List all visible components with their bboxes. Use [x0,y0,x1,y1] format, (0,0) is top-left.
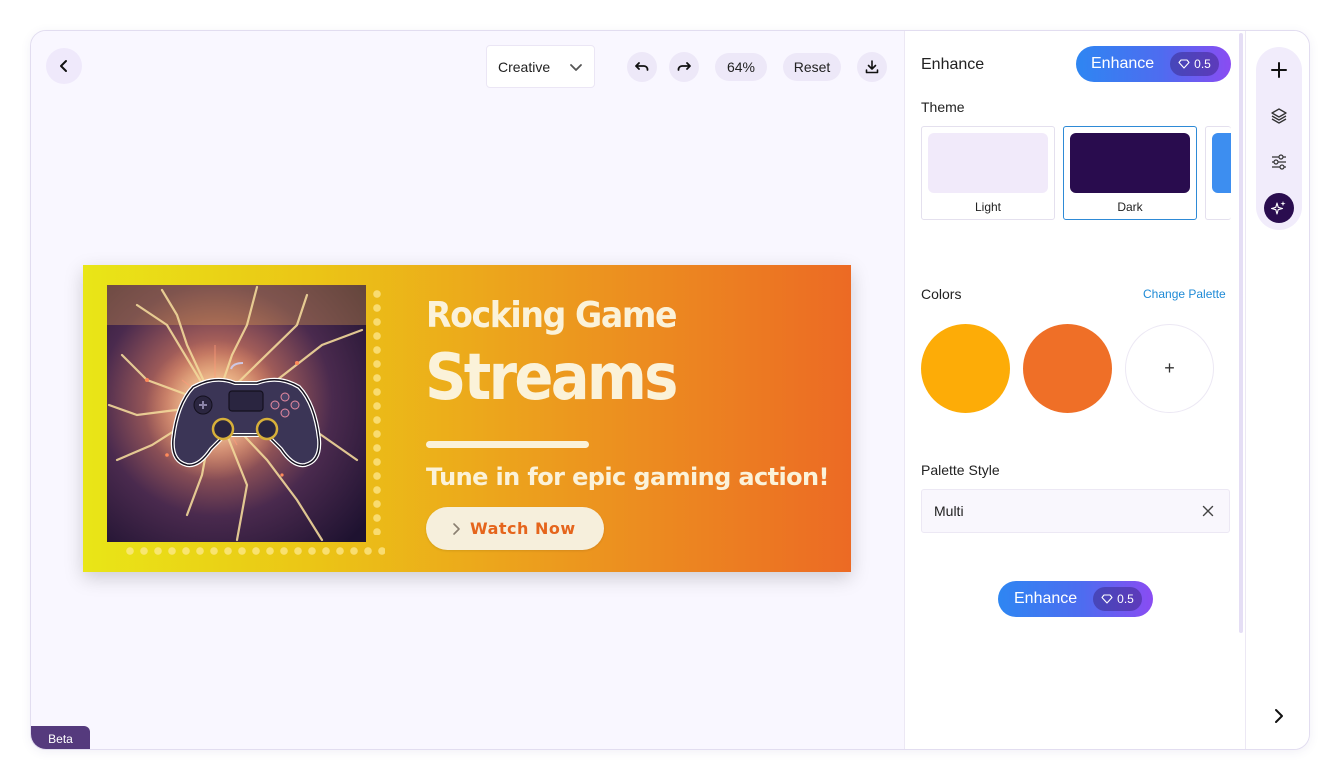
layers-icon [1271,108,1287,124]
enhance-button-bottom[interactable]: Enhance 0.5 [998,581,1153,617]
plus-icon: + [1164,358,1175,378]
banner-title-line1[interactable]: Rocking Game [426,295,677,336]
enhance-cost-badge: 0.5 [1170,52,1219,76]
collapse-panel-button[interactable] [1264,701,1294,731]
tool-rail [1245,31,1309,749]
theme-swatch-blue [1212,133,1231,193]
enhance-button-bottom-label: Enhance [1014,590,1078,607]
banner-dot-pattern-horizontal [123,544,385,558]
theme-name-light: Light [974,200,1002,214]
panel-title: Enhance [921,56,985,73]
palette-style-select[interactable]: Multi [921,489,1230,533]
palette-color-2[interactable] [1023,324,1112,413]
banner-dot-pattern-vertical [370,287,384,535]
undo-button[interactable] [627,52,657,82]
gamepad-illustration[interactable] [107,285,366,542]
canvas-area: Creative 64% Reset Rocking Game Streams … [31,31,904,749]
enhance-button-label: Enhance [1091,55,1155,72]
banner-divider [426,441,589,448]
close-icon[interactable] [1201,504,1215,518]
theme-section-label: Theme [921,99,965,115]
banner-cta-label: Watch Now [470,519,576,538]
plus-icon [1271,62,1287,78]
enhance-tool-button[interactable] [1264,193,1294,223]
theme-swatch-dark [1070,133,1190,193]
enhance-button-top[interactable]: Enhance 0.5 [1076,46,1231,82]
add-element-button[interactable] [1264,55,1294,85]
theme-name-dark: Dark [1117,200,1143,214]
theme-option-light[interactable]: Light [921,126,1055,220]
enhance-bottom-cost-badge: 0.5 [1093,587,1142,611]
enhance-panel: Enhance Enhance 0.5 Theme Light Dark Col… [904,31,1245,749]
chevron-right-icon [1275,709,1283,723]
diamond-icon [1178,59,1190,69]
zoom-level[interactable]: 64% [715,53,767,81]
back-icon [60,60,67,72]
enhance-cost-value: 0.5 [1194,57,1211,71]
mode-select-value: Creative [498,58,551,75]
theme-swatch-light [928,133,1048,193]
change-palette-link[interactable]: Change Palette [1143,287,1226,301]
add-color-button[interactable]: + [1125,324,1214,413]
theme-option-dark[interactable]: Dark [1063,126,1197,220]
enhance-bottom-cost-value: 0.5 [1117,592,1134,606]
chevron-down-icon [570,64,582,71]
banner-watch-now-button[interactable]: Watch Now [426,507,604,550]
palette-style-label: Palette Style [921,462,1000,478]
palette-color-1[interactable] [921,324,1010,413]
reset-button[interactable]: Reset [783,53,841,81]
beta-badge: Beta [31,726,90,749]
panel-scrollbar[interactable] [1239,33,1243,633]
download-button[interactable] [857,52,887,82]
adjust-button[interactable] [1264,147,1294,177]
diamond-icon [1101,594,1113,604]
back-button[interactable] [46,48,82,84]
theme-option-blue[interactable] [1205,126,1231,220]
app-window: Creative 64% Reset Rocking Game Streams … [30,30,1310,750]
tool-rail-group [1256,47,1302,230]
undo-icon [635,62,649,71]
sliders-icon [1272,154,1286,170]
mode-select[interactable]: Creative [486,45,595,88]
redo-button[interactable] [669,52,699,82]
download-icon [865,60,879,74]
banner-title-line2[interactable]: Streams [425,341,678,415]
layers-button[interactable] [1264,101,1294,131]
banner-design[interactable]: Rocking Game Streams Tune in for epic ga… [83,265,851,572]
banner-subtitle[interactable]: Tune in for epic gaming action! [426,463,829,491]
palette-style-value: Multi [934,503,964,519]
chevron-right-icon [453,522,460,535]
redo-icon [677,62,691,71]
colors-section-label: Colors [921,286,962,302]
sparkle-icon [1271,201,1286,215]
